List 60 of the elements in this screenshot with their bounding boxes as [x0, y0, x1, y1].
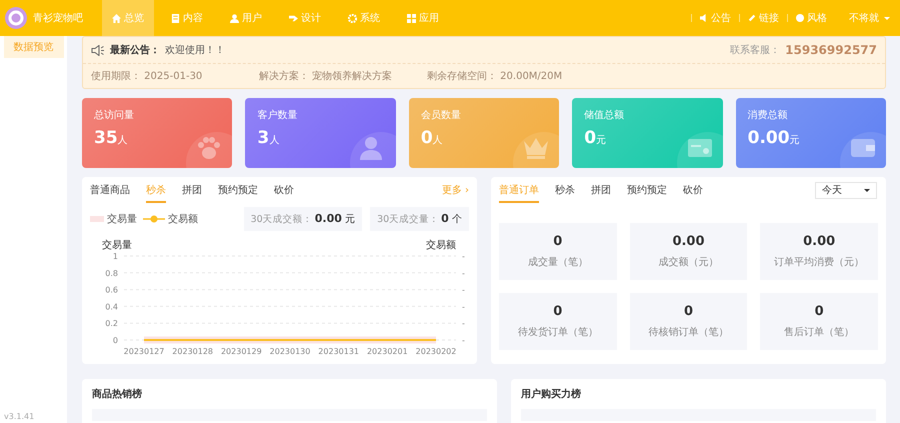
- metric-label: 订单平均消费（元）: [774, 256, 864, 269]
- legend-label: 交易额: [168, 212, 198, 226]
- tick-label: 0.2: [105, 319, 118, 328]
- contact-phone: 15936992577: [785, 43, 877, 57]
- summary-label: 30天成交量：: [377, 212, 440, 226]
- tick-label: 20230131: [318, 347, 360, 356]
- tick-label: -: [462, 286, 465, 295]
- tick-label: 20230129: [220, 347, 262, 356]
- notice-title: 最新公告：: [110, 43, 160, 57]
- tick-label: 0.8: [105, 268, 118, 278]
- stat-value: 0.00元: [748, 128, 801, 148]
- tick-label: 0.6: [105, 286, 118, 295]
- axis-title: 交易量: [102, 240, 132, 251]
- tick-label: -: [462, 319, 465, 328]
- metric-label: 待核销订单（笔）: [648, 326, 728, 339]
- stat-label: 总访问量: [94, 108, 135, 122]
- metric-value: 0: [684, 304, 694, 319]
- metric-value: 0.00: [672, 234, 705, 249]
- metric-value: 0.00: [803, 234, 836, 249]
- summary-label: 30天成交额：: [250, 212, 313, 226]
- tick-label: 0: [112, 336, 118, 345]
- metric-label: 成交量（笔）: [528, 256, 588, 269]
- tick-label: 20230201: [366, 347, 408, 356]
- notice-detail: 解决方案： 宠物领养解决方案: [259, 70, 394, 83]
- stat-label: 消费总额: [748, 108, 789, 122]
- notice-detail: 使用期限： 2025-01-30: [91, 70, 204, 83]
- legend-label: 交易量: [107, 212, 137, 226]
- tick-label: -: [462, 252, 465, 261]
- stat-value: 3人: [257, 128, 280, 148]
- version-label: v3.1.41: [3, 412, 34, 423]
- stat-value: 0人: [420, 128, 444, 148]
- ranking-title: 商品热销榜: [92, 387, 143, 401]
- tick-label: -: [462, 268, 465, 278]
- app-title: 青衫宠物吧: [33, 12, 83, 25]
- notice-detail: 剩余存储空间： 20.00M/20M: [427, 70, 564, 83]
- stat-value: 0元: [584, 128, 608, 148]
- tick-label: 20230130: [270, 347, 310, 356]
- ranking-title: 用户购买力榜: [521, 387, 582, 401]
- metric-value: 0: [553, 304, 562, 319]
- notice-message: 欢迎使用！！: [165, 44, 225, 57]
- metric-value: 0: [553, 234, 562, 249]
- metric-value: 0: [814, 304, 824, 319]
- stat-label: 客户数量: [257, 108, 298, 122]
- contact-label: 联系客服：: [730, 44, 780, 57]
- axis-title: 交易额: [426, 240, 456, 251]
- stat-value: 35人: [94, 128, 129, 148]
- tick-label: 20230202: [416, 347, 456, 356]
- metric-label: 成交额（元）: [658, 256, 718, 269]
- tick-label: -: [462, 336, 465, 345]
- tick-label: 0.4: [105, 302, 118, 312]
- stat-label: 储值总额: [584, 108, 626, 122]
- tick-label: -: [462, 302, 465, 312]
- metric-label: 售后订单（笔）: [784, 326, 854, 339]
- summary-value: 0 个: [441, 212, 462, 226]
- tick-label: 20230127: [124, 347, 164, 356]
- stat-label: 会员数量: [420, 109, 462, 122]
- tick-label: 1: [112, 252, 118, 261]
- summary-value: 0.00 元: [314, 212, 356, 226]
- metric-label: 待发货订单（笔）: [518, 326, 598, 339]
- tick-label: 20230128: [172, 347, 214, 356]
